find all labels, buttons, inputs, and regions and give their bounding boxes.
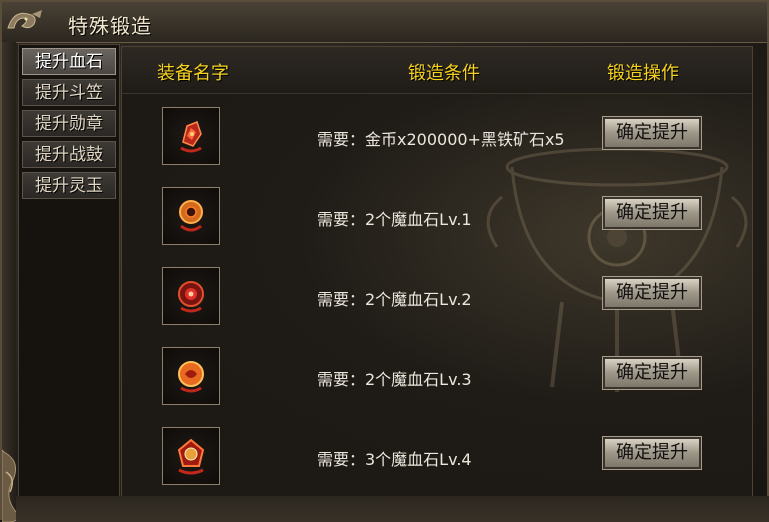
header-action: 锻造操作 xyxy=(607,63,679,84)
table-header: 装备名字 锻造条件 锻造操作 xyxy=(122,47,752,94)
window-title: 特殊锻造 xyxy=(68,14,152,38)
blood-stone-icon xyxy=(178,281,204,313)
bottom-border xyxy=(16,496,769,522)
blood-stone-icon xyxy=(177,438,205,475)
condition-text: 需要：2个魔血石Lv.1 xyxy=(317,210,472,229)
tab-spirit-jade[interactable]: 提升灵玉 xyxy=(22,172,116,199)
blood-stone-icon xyxy=(178,361,204,393)
condition-text: 需要：3个魔血石Lv.4 xyxy=(317,450,472,469)
header-item-name: 装备名字 xyxy=(157,63,229,84)
blood-stone-icon xyxy=(179,200,203,232)
confirm-upgrade-button[interactable]: 确定提升 xyxy=(602,436,702,470)
table-row: 需要：3个魔血石Lv.4 确定提升 xyxy=(122,427,752,487)
confirm-upgrade-button[interactable]: 确定提升 xyxy=(602,196,702,230)
confirm-upgrade-button[interactable]: 确定提升 xyxy=(602,116,702,150)
tab-list: 提升血石 提升斗笠 提升勋章 提升战鼓 提升灵玉 xyxy=(18,44,120,498)
item-slot[interactable] xyxy=(162,427,220,485)
item-slot[interactable] xyxy=(162,107,220,165)
table-row: 需要：2个魔血石Lv.2 确定提升 xyxy=(122,267,752,327)
table-row: 需要：金币x200000+黑铁矿石x5 确定提升 xyxy=(122,107,752,167)
header-condition: 锻造条件 xyxy=(408,63,480,84)
condition-text: 需要：金币x200000+黑铁矿石x5 xyxy=(317,130,565,149)
tab-medal[interactable]: 提升勋章 xyxy=(22,110,116,137)
tab-war-drum[interactable]: 提升战鼓 xyxy=(22,141,116,168)
tab-blood-stone[interactable]: 提升血石 xyxy=(22,48,116,75)
item-slot[interactable] xyxy=(162,267,220,325)
tab-hat[interactable]: 提升斗笠 xyxy=(22,79,116,106)
table-row: 需要：2个魔血石Lv.3 确定提升 xyxy=(122,347,752,407)
item-slot[interactable] xyxy=(162,187,220,245)
forge-panel: 装备名字 锻造条件 锻造操作 需要：金币x200000+黑铁矿石x5 确定提升 xyxy=(121,46,753,498)
forge-window: 特殊锻造 提升血石 提升斗笠 提升勋章 提升战鼓 提升灵玉 装备名字 锻造条件 … xyxy=(0,0,769,522)
item-slot[interactable] xyxy=(162,347,220,405)
confirm-upgrade-button[interactable]: 确定提升 xyxy=(602,356,702,390)
condition-text: 需要：2个魔血石Lv.3 xyxy=(317,370,472,389)
blood-stone-icon xyxy=(180,121,202,153)
dragon-ornament-icon xyxy=(7,10,42,29)
table-row: 需要：2个魔血石Lv.1 确定提升 xyxy=(122,187,752,247)
confirm-upgrade-button[interactable]: 确定提升 xyxy=(602,276,702,310)
condition-text: 需要：2个魔血石Lv.2 xyxy=(317,290,472,309)
title-bar: 特殊锻造 xyxy=(2,2,767,43)
